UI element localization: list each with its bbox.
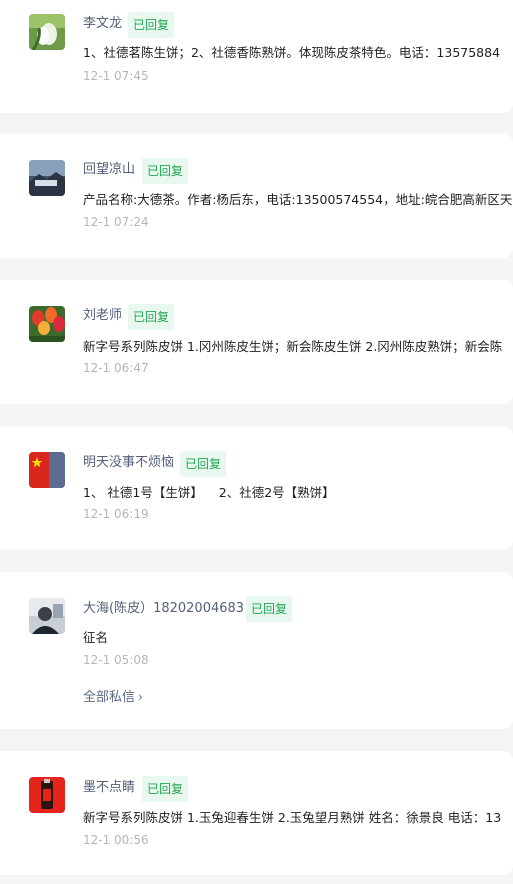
all-messages-link[interactable]: 全部私信 › bbox=[83, 688, 143, 707]
message-card[interactable]: 回望凉山 已回复 产品名称:大德茶。作者:杨后东，电话:13500574554，… bbox=[0, 134, 513, 258]
message-text[interactable]: 1、社德茗陈生饼；2、社德香陈熟饼。体现陈皮茶特色。电话：13575884 bbox=[83, 44, 513, 62]
message-text[interactable]: 1、 社德1号【生饼】 2、社德2号【熟饼】 bbox=[83, 484, 513, 502]
replied-badge: 已回复 bbox=[128, 304, 175, 330]
sender-name[interactable]: 大海(陈皮）18202004683 bbox=[83, 600, 244, 618]
message-card[interactable]: 刘老师 已回复 新字号系列陈皮饼 1.冈州陈皮生饼；新会陈皮生饼 2.冈州陈皮熟… bbox=[0, 280, 513, 404]
message-time: 12-1 05:08 bbox=[83, 653, 149, 667]
sender-name[interactable]: 刘老师 bbox=[83, 307, 122, 325]
replied-badge: 已回复 bbox=[246, 596, 293, 622]
message-time: 12-1 06:19 bbox=[83, 507, 149, 521]
replied-badge: 已回复 bbox=[142, 776, 189, 802]
message-time: 12-1 00:56 bbox=[83, 833, 149, 847]
replied-badge: 已回复 bbox=[142, 158, 189, 184]
red-bottle-avatar[interactable] bbox=[29, 777, 65, 813]
tulips-avatar[interactable] bbox=[29, 306, 65, 342]
person-avatar[interactable] bbox=[29, 598, 65, 634]
message-card[interactable]: 李文龙 已回复 1、社德茗陈生饼；2、社德香陈熟饼。体现陈皮茶特色。电话：135… bbox=[0, 0, 513, 113]
message-card[interactable]: 大海(陈皮）18202004683 已回复 征名 12-1 05:08 全部私信… bbox=[0, 572, 513, 729]
landscape-avatar[interactable] bbox=[29, 160, 65, 196]
message-text[interactable]: 征名 bbox=[83, 629, 513, 647]
message-time: 12-1 07:24 bbox=[83, 215, 149, 229]
sender-name[interactable]: 明天没事不烦恼 bbox=[83, 454, 174, 472]
message-card[interactable]: 明天没事不烦恼 已回复 1、 社德1号【生饼】 2、社德2号【熟饼】 12-1 … bbox=[0, 426, 513, 550]
message-list: 李文龙 已回复 1、社德茗陈生饼；2、社德香陈熟饼。体现陈皮茶特色。电话：135… bbox=[0, 0, 513, 884]
message-text[interactable]: 新字号系列陈皮饼 1.冈州陈皮生饼；新会陈皮生饼 2.冈州陈皮熟饼；新会陈 bbox=[83, 338, 513, 356]
replied-badge: 已回复 bbox=[180, 451, 227, 477]
message-text[interactable]: 产品名称:大德茶。作者:杨后东，电话:13500574554，地址:皖合肥高新区… bbox=[83, 191, 513, 209]
sender-name[interactable]: 李文龙 bbox=[83, 15, 122, 33]
white-flower-avatar[interactable] bbox=[29, 14, 65, 50]
message-time: 12-1 06:47 bbox=[83, 361, 149, 375]
red-flag-avatar[interactable] bbox=[29, 452, 65, 488]
sender-name[interactable]: 回望凉山 bbox=[83, 161, 135, 179]
sender-name[interactable]: 墨不点睛 bbox=[83, 779, 135, 797]
message-text[interactable]: 新字号系列陈皮饼 1.玉兔迎春生饼 2.玉兔望月熟饼 姓名：徐景良 电话：13 bbox=[83, 809, 513, 827]
message-card[interactable]: 墨不点睛 已回复 新字号系列陈皮饼 1.玉兔迎春生饼 2.玉兔望月熟饼 姓名：徐… bbox=[0, 751, 513, 875]
all-messages-label: 全部私信 bbox=[83, 690, 136, 705]
replied-badge: 已回复 bbox=[128, 12, 175, 38]
message-time: 12-1 07:45 bbox=[83, 69, 149, 83]
chevron-right-icon: › bbox=[138, 690, 143, 704]
